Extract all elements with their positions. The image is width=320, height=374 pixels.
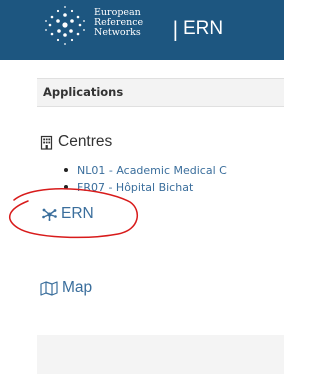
centre-link-nl01[interactable]: NL01 - Academic Medical C <box>62 163 227 180</box>
header-title[interactable]: ERN <box>183 17 223 41</box>
network-icon <box>42 208 57 221</box>
map-label: Map <box>62 279 93 296</box>
ern-label: ERN <box>61 205 94 222</box>
centres-section: Centres <box>40 133 112 151</box>
ern-logo-icon[interactable] <box>38 3 92 47</box>
ern-link[interactable]: ERN <box>42 205 94 223</box>
centres-label: Centres <box>58 133 113 150</box>
building-icon <box>40 135 53 150</box>
applications-header: Applications <box>37 78 284 107</box>
logo-line-3: Networks <box>94 27 141 38</box>
applications-title: Applications <box>43 85 124 99</box>
top-header: European Reference Networks | ERN <box>0 0 284 60</box>
centre-link-fr07[interactable]: FR07 - Hôpital Bichat <box>62 180 227 197</box>
map-link[interactable]: Map <box>40 279 92 297</box>
panel-footer <box>37 335 284 374</box>
map-icon <box>40 280 58 296</box>
logo-text: European Reference Networks <box>94 8 168 38</box>
centres-list: NL01 - Academic Medical C FR07 - Hôpital… <box>62 163 227 197</box>
header-separator: | <box>172 17 179 41</box>
